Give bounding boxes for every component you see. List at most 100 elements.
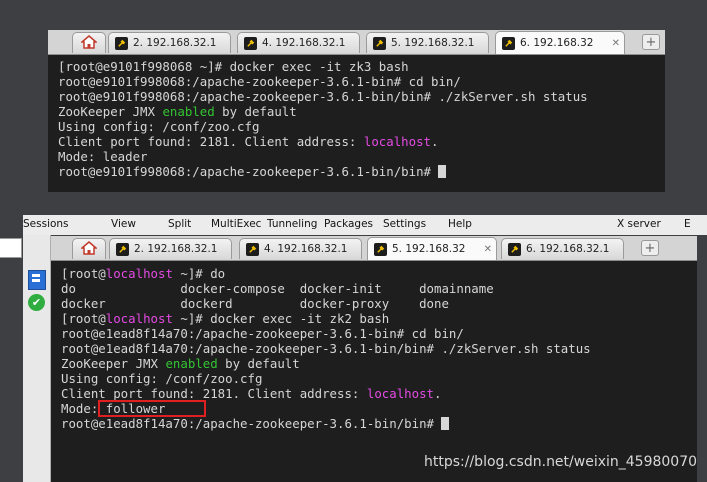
wrench-icon: [246, 242, 259, 256]
bottom-tab-3[interactable]: 6. 192.168.32.1: [501, 238, 624, 259]
terminal-line: Client port found: 2181. Client address:…: [61, 386, 697, 401]
top-tab-bar: 2. 192.168.32.1 4. 192.168.32.1 5. 192.1…: [48, 30, 665, 55]
terminal-text: ~]# docker exec -it zk2 bash: [172, 311, 390, 326]
terminal-line: ZooKeeper JMX enabled by default: [58, 104, 665, 119]
bottom-tab-2[interactable]: 5. 192.168.32 ✕: [367, 237, 497, 260]
terminal-line: root@e9101f998068:/apache-zookeeper-3.6.…: [58, 164, 665, 179]
terminal-text: [root@e9101f998068 ~]# docker exec -it z…: [58, 59, 409, 74]
menu-e[interactable]: E: [684, 218, 691, 230]
terminal-line: do docker-compose docker-init domainname: [61, 281, 697, 296]
terminal-line: ZooKeeper JMX enabled by default: [61, 356, 697, 371]
terminal-text: enabled: [165, 356, 218, 371]
bottom-tab-2-label: 5. 192.168.32: [392, 243, 466, 255]
terminal-text: docker dockerd docker-proxy done: [61, 296, 449, 311]
wrench-icon: [502, 36, 515, 50]
menu-x-server[interactable]: X server: [617, 218, 661, 230]
top-terminal-window: 2. 192.168.32.1 4. 192.168.32.1 5. 192.1…: [48, 30, 665, 192]
terminal-text: Using config: /conf/zoo.cfg: [58, 119, 260, 134]
watermark: https://blog.csdn.net/weixin_45980070: [424, 454, 698, 470]
terminal-line: [root@localhost ~]# do: [61, 266, 697, 281]
top-tab-2[interactable]: 5. 192.168.32.1: [366, 32, 489, 53]
top-tab-3[interactable]: 6. 192.168.32 ✕: [495, 31, 625, 54]
terminal-line: [root@localhost ~]# docker exec -it zk2 …: [61, 311, 697, 326]
terminal-text: Client port found: 2181. Client address:: [58, 134, 364, 149]
close-icon[interactable]: ✕: [484, 244, 492, 255]
terminal-line: Client port found: 2181. Client address:…: [58, 134, 665, 149]
terminal-text: Mode: leader: [58, 149, 148, 164]
terminal-text: localhost: [105, 266, 173, 281]
bottom-tab-0-label: 2. 192.168.32.1: [134, 243, 218, 255]
home-icon: [79, 240, 99, 258]
terminal-line: Mode: leader: [58, 149, 665, 164]
menu-sessions[interactable]: Sessions: [23, 218, 69, 230]
terminal-line: root@e1ead8f14a70:/apache-zookeeper-3.6.…: [61, 416, 697, 431]
terminal-line: root@e9101f998068:/apache-zookeeper-3.6.…: [58, 74, 665, 89]
terminal-line: Using config: /conf/zoo.cfg: [61, 371, 697, 386]
terminal-text: Using config: /conf/zoo.cfg: [61, 371, 263, 386]
top-terminal-output[interactable]: [root@e9101f998068 ~]# docker exec -it z…: [58, 59, 665, 179]
terminal-line: root@e9101f998068:/apache-zookeeper-3.6.…: [58, 89, 665, 104]
top-tab-2-label: 5. 192.168.32.1: [391, 37, 475, 49]
menu-split[interactable]: Split: [168, 218, 191, 230]
bottom-tab-1[interactable]: 4. 192.168.32.1: [239, 238, 362, 259]
terminal-text: Client port found: 2181. Client address:: [61, 386, 367, 401]
terminal-text: ZooKeeper JMX: [61, 356, 166, 371]
terminal-text: root@e9101f998068:/apache-zookeeper-3.6.…: [58, 74, 461, 89]
wrench-icon: [374, 242, 387, 256]
check-icon[interactable]: ✔: [28, 294, 45, 311]
home-tab[interactable]: [72, 32, 106, 53]
plus-icon[interactable]: +: [642, 34, 660, 50]
terminal-line: [root@e9101f998068 ~]# docker exec -it z…: [58, 59, 665, 74]
terminal-text: enabled: [162, 104, 215, 119]
menu-multiexec[interactable]: MultiExec: [211, 218, 261, 230]
bottom-tab-3-label: 6. 192.168.32.1: [526, 243, 610, 255]
terminal-text: root@e9101f998068:/apache-zookeeper-3.6.…: [58, 89, 588, 104]
close-icon[interactable]: ✕: [612, 38, 620, 49]
terminal-line: Using config: /conf/zoo.cfg: [58, 119, 665, 134]
bottom-tab-bar: 2. 192.168.32.1 4. 192.168.32.1 5. 192.1…: [51, 236, 697, 261]
terminal-line: docker dockerd docker-proxy done: [61, 296, 697, 311]
terminal-text: .: [431, 134, 439, 149]
menu-help[interactable]: Help: [448, 218, 472, 230]
menu-view[interactable]: View: [111, 218, 136, 230]
session-list-icon[interactable]: [28, 270, 46, 290]
terminal-text: root@e9101f998068:/apache-zookeeper-3.6.…: [58, 164, 439, 179]
terminal-text: localhost: [366, 386, 434, 401]
left-sidebar-strip: ✔: [23, 235, 51, 482]
top-tab-3-label: 6. 192.168.32: [520, 37, 594, 49]
bottom-tab-0[interactable]: 2. 192.168.32.1: [109, 238, 232, 259]
menu-bar: Sessions View Split MultiExec Tunneling …: [23, 215, 707, 235]
wrench-icon: [244, 36, 257, 50]
home-icon: [79, 34, 99, 52]
top-tab-1[interactable]: 4. 192.168.32.1: [237, 32, 360, 53]
terminal-text: localhost: [363, 134, 431, 149]
wrench-icon: [115, 36, 128, 50]
terminal-text: by default: [214, 104, 297, 119]
bottom-terminal-window: 2. 192.168.32.1 4. 192.168.32.1 5. 192.1…: [51, 236, 697, 482]
terminal-text: [root@: [61, 311, 106, 326]
top-tab-1-label: 4. 192.168.32.1: [262, 37, 346, 49]
wrench-icon: [116, 242, 129, 256]
home-tab[interactable]: [72, 238, 106, 259]
cursor: [438, 165, 447, 178]
cursor: [441, 417, 450, 430]
terminal-text: do docker-compose docker-init domainname: [61, 281, 494, 296]
terminal-line: root@e1ead8f14a70:/apache-zookeeper-3.6.…: [61, 341, 697, 356]
terminal-text: [root@: [61, 266, 106, 281]
terminal-text: ~]# do: [172, 266, 226, 281]
top-tab-0[interactable]: 2. 192.168.32.1: [108, 32, 231, 53]
terminal-text: by default: [217, 356, 300, 371]
terminal-text: root@e1ead8f14a70:/apache-zookeeper-3.6.…: [61, 326, 464, 341]
bottom-tab-1-label: 4. 192.168.32.1: [264, 243, 348, 255]
terminal-text: .: [434, 386, 442, 401]
terminal-text: ZooKeeper JMX: [58, 104, 163, 119]
menu-packages[interactable]: Packages: [324, 218, 373, 230]
wrench-icon: [373, 36, 386, 50]
menu-settings[interactable]: Settings: [383, 218, 426, 230]
terminal-text: root@e1ead8f14a70:/apache-zookeeper-3.6.…: [61, 341, 591, 356]
menu-tunneling[interactable]: Tunneling: [267, 218, 317, 230]
follower-highlight-box: [98, 400, 206, 417]
terminal-text: root@e1ead8f14a70:/apache-zookeeper-3.6.…: [61, 416, 442, 431]
top-tab-0-label: 2. 192.168.32.1: [133, 37, 217, 49]
plus-icon[interactable]: +: [641, 240, 659, 256]
